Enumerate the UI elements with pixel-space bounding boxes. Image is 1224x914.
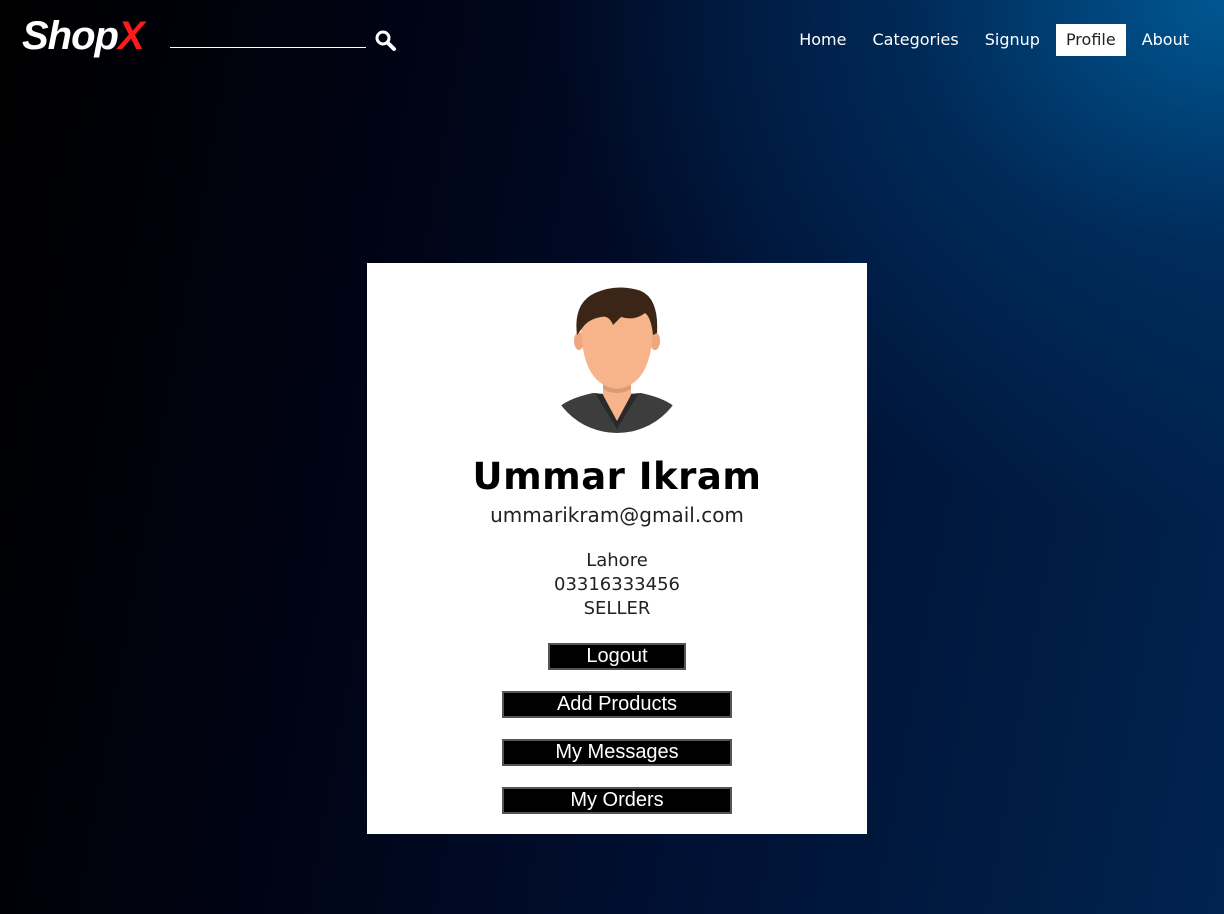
my-orders-button[interactable]: My Orders	[502, 787, 732, 814]
logo-text: Shop	[22, 14, 119, 58]
profile-name: Ummar Ikram	[472, 455, 762, 498]
profile-card: Ummar Ikram ummarikram@gmail.com Lahore …	[367, 263, 867, 834]
search-icon	[375, 30, 396, 51]
search-button[interactable]	[374, 29, 398, 53]
nav-profile[interactable]: Profile	[1055, 24, 1126, 56]
nav-about[interactable]: About	[1129, 24, 1202, 56]
profile-phone: 03316333456	[554, 574, 680, 595]
logo[interactable]: ShopX	[22, 14, 145, 59]
my-messages-button[interactable]: My Messages	[502, 739, 732, 766]
navbar: ShopX Home Categories Signup Profile Abo…	[0, 0, 1224, 80]
search-input[interactable]	[170, 28, 366, 48]
logout-button[interactable]: Logout	[548, 643, 686, 670]
nav-signup[interactable]: Signup	[972, 24, 1053, 56]
profile-role: SELLER	[583, 598, 651, 619]
nav-links: Home Categories Signup Profile About	[786, 24, 1202, 56]
add-products-button[interactable]: Add Products	[502, 691, 732, 718]
logo-accent: X	[117, 14, 145, 58]
nav-home[interactable]: Home	[786, 24, 859, 56]
nav-categories[interactable]: Categories	[859, 24, 971, 56]
avatar	[555, 287, 679, 433]
profile-email: ummarikram@gmail.com	[490, 503, 744, 527]
profile-city: Lahore	[586, 550, 648, 571]
